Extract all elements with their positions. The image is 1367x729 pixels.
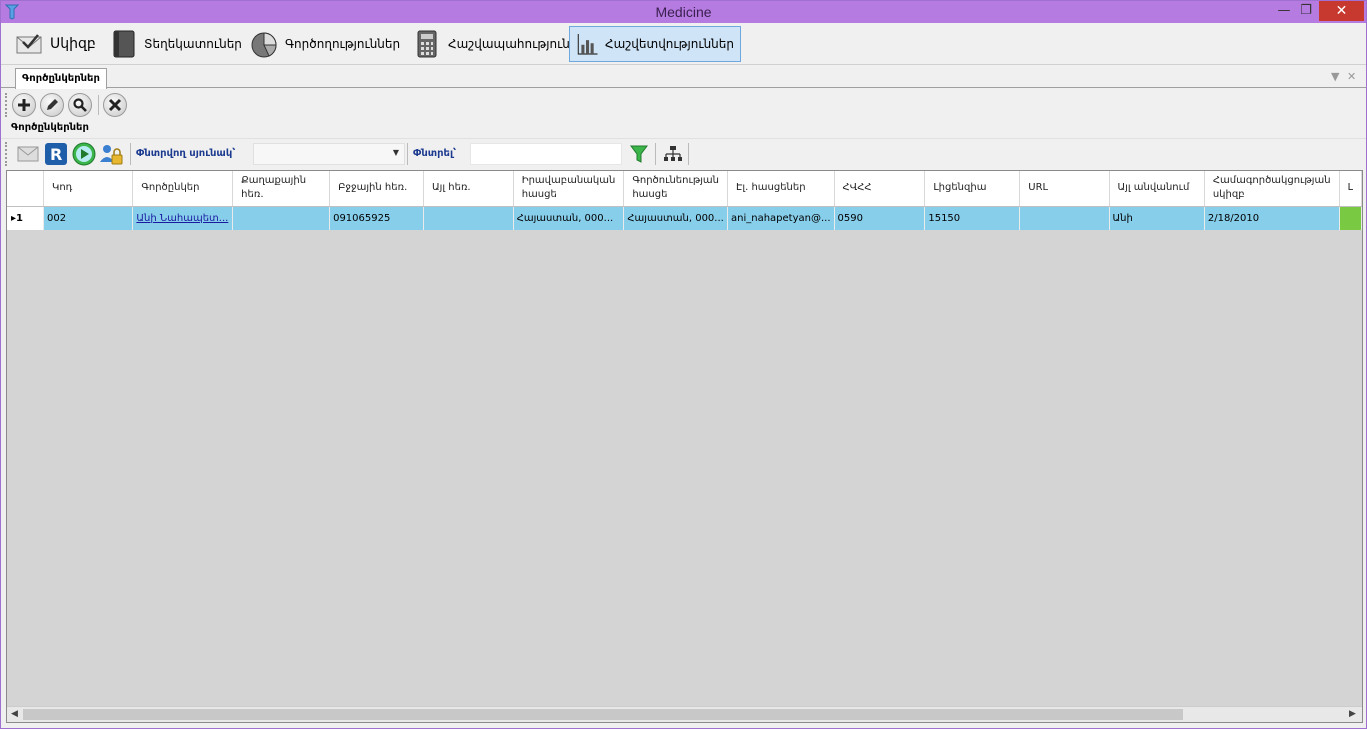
grid-toolbar: R Փնտրվող սյունակ՝ ▼ Փնտրել՝ [1, 138, 1366, 168]
bar-chart-icon [577, 34, 598, 55]
x-icon [108, 98, 122, 112]
menu-item-label: Սկիզբ [50, 36, 96, 52]
maximize-button[interactable]: ❐ [1293, 1, 1319, 21]
binder-icon [113, 30, 135, 58]
horizontal-scrollbar[interactable]: ◀ ▶ [7, 706, 1362, 722]
toolbar-separator [655, 143, 656, 165]
scroll-left-icon[interactable]: ◀ [11, 709, 18, 719]
cell-code[interactable]: 002 [43, 206, 134, 230]
column-header[interactable]: Այլ հեռ. [423, 171, 514, 207]
record-toolbar [1, 89, 1366, 121]
pie-chart-icon [251, 32, 277, 58]
row-header-corner [7, 171, 44, 207]
pencil-icon [47, 99, 58, 110]
find-button[interactable] [68, 93, 92, 117]
scrollbar-thumb[interactable] [23, 709, 1183, 720]
app-window: Medicine — ❐ ✕ Սկիզբ Տեղեկատուներ Գործող… [0, 0, 1367, 729]
cell-license[interactable]: 15150 [924, 206, 1021, 230]
report-r-icon[interactable]: R [44, 142, 68, 166]
column-header[interactable]: Լ [1339, 171, 1362, 207]
table-row[interactable]: ▸1 002 Անի Նահապետ... 091065925 Հայաստան… [7, 206, 1362, 230]
column-header[interactable]: Լիցենզիա [924, 171, 1021, 207]
column-header[interactable]: URL [1019, 171, 1110, 207]
chevron-down-icon: ▼ [392, 148, 399, 157]
menu-item-operations[interactable]: Գործողություններ [242, 26, 407, 62]
main-menu: Սկիզբ Տեղեկատուներ Գործողություններ Հաշվ… [1, 23, 1366, 65]
column-header[interactable]: Քաղաքային հեռ. [232, 171, 331, 207]
cell-other-name[interactable]: Անի [1109, 206, 1205, 230]
svg-text:R: R [50, 145, 62, 164]
users-lock-icon[interactable] [99, 142, 123, 166]
cell-city-phone[interactable] [232, 206, 331, 230]
hierarchy-icon[interactable] [661, 142, 685, 166]
document-tab-strip: Գործընկերներ ▼ ✕ [1, 66, 1366, 89]
email-icon[interactable] [16, 142, 40, 166]
column-header[interactable]: Իրավաբանական հասցե [513, 171, 625, 207]
search-column-select[interactable]: ▼ [253, 143, 405, 165]
delete-button[interactable] [103, 93, 127, 117]
toolbar-separator [688, 143, 689, 165]
column-header[interactable]: Գործունեության հասցե [623, 171, 728, 207]
play-icon[interactable] [72, 142, 96, 166]
menu-item-references[interactable]: Տեղեկատուներ [101, 26, 249, 62]
tab-close-icon[interactable]: ✕ [1347, 70, 1356, 83]
menu-item-accounting[interactable]: Հաշվապահություն [405, 26, 577, 62]
tab-list-dropdown-icon[interactable]: ▼ [1331, 70, 1339, 83]
column-header[interactable]: Բջջային հեռ. [329, 171, 424, 207]
search-input[interactable] [470, 143, 622, 165]
calculator-icon [417, 30, 437, 58]
window-title: Medicine [655, 4, 712, 20]
toolbar-grip[interactable] [5, 142, 8, 166]
grid-header-row: Կոդ Գործընկեր Քաղաքային հեռ. Բջջային հեռ… [7, 171, 1362, 207]
cell-tax-id[interactable]: 0590 [834, 206, 926, 230]
column-header[interactable]: Կոդ [43, 171, 134, 207]
column-header[interactable]: ՀՎՀՀ [834, 171, 926, 207]
magnifier-icon [73, 98, 87, 112]
row-selector[interactable]: ▸1 [7, 206, 44, 230]
toolbar-separator [130, 143, 131, 165]
cell-mobile-phone[interactable]: 091065925 [329, 206, 424, 230]
cell-activity-address[interactable]: Հայաստան, 000... [623, 206, 728, 230]
cell-other-phone[interactable] [423, 206, 514, 230]
column-header[interactable]: Գործընկեր [132, 171, 234, 207]
add-button[interactable] [12, 93, 36, 117]
plus-icon [18, 99, 30, 111]
column-header[interactable]: Էլ. հասցեներ [727, 171, 835, 207]
filter-icon[interactable] [627, 142, 651, 166]
menu-item-label: Տեղեկատուներ [144, 37, 242, 51]
cell-url[interactable] [1019, 206, 1110, 230]
partners-table: Կոդ Գործընկեր Քաղաքային հեռ. Բջջային հեռ… [7, 171, 1362, 230]
search-label: Փնտրել՝ [413, 148, 457, 159]
toolbar-separator [98, 95, 99, 115]
menu-item-home[interactable]: Սկիզբ [7, 26, 103, 62]
menu-item-label: Հաշվապահություն [448, 37, 570, 51]
cell-partner-link[interactable]: Անի Նահապետ... [132, 206, 234, 230]
edit-button[interactable] [40, 93, 64, 117]
section-title: Գործընկերներ [11, 122, 89, 133]
toolbar-grip[interactable] [5, 93, 8, 117]
title-bar: Medicine — ❐ ✕ [1, 1, 1366, 23]
cell-legal-address[interactable]: Հայաստան, 000... [513, 206, 625, 230]
column-header[interactable]: Համագործակցության սկիզբ [1204, 171, 1340, 207]
close-button[interactable]: ✕ [1319, 1, 1364, 21]
menu-item-reports[interactable]: Հաշվետվություններ [569, 26, 741, 62]
column-header[interactable]: Այլ անվանում [1109, 171, 1205, 207]
cell-status[interactable] [1339, 206, 1362, 230]
scroll-right-icon[interactable]: ▶ [1349, 709, 1356, 719]
search-column-label: Փնտրվող սյունակ՝ [136, 148, 236, 159]
toolbar-separator [407, 143, 408, 165]
menu-item-label: Հաշվետվություններ [605, 37, 734, 51]
cell-start-date[interactable]: 2/18/2010 [1204, 206, 1340, 230]
cell-email[interactable]: ani_nahapetyan@... [727, 206, 835, 230]
tab-partners[interactable]: Գործընկերներ [15, 68, 107, 89]
envelope-check-icon [16, 34, 42, 54]
menu-item-label: Գործողություններ [285, 37, 401, 51]
partners-grid: Կոդ Գործընկեր Քաղաքային հեռ. Բջջային հեռ… [6, 170, 1363, 723]
